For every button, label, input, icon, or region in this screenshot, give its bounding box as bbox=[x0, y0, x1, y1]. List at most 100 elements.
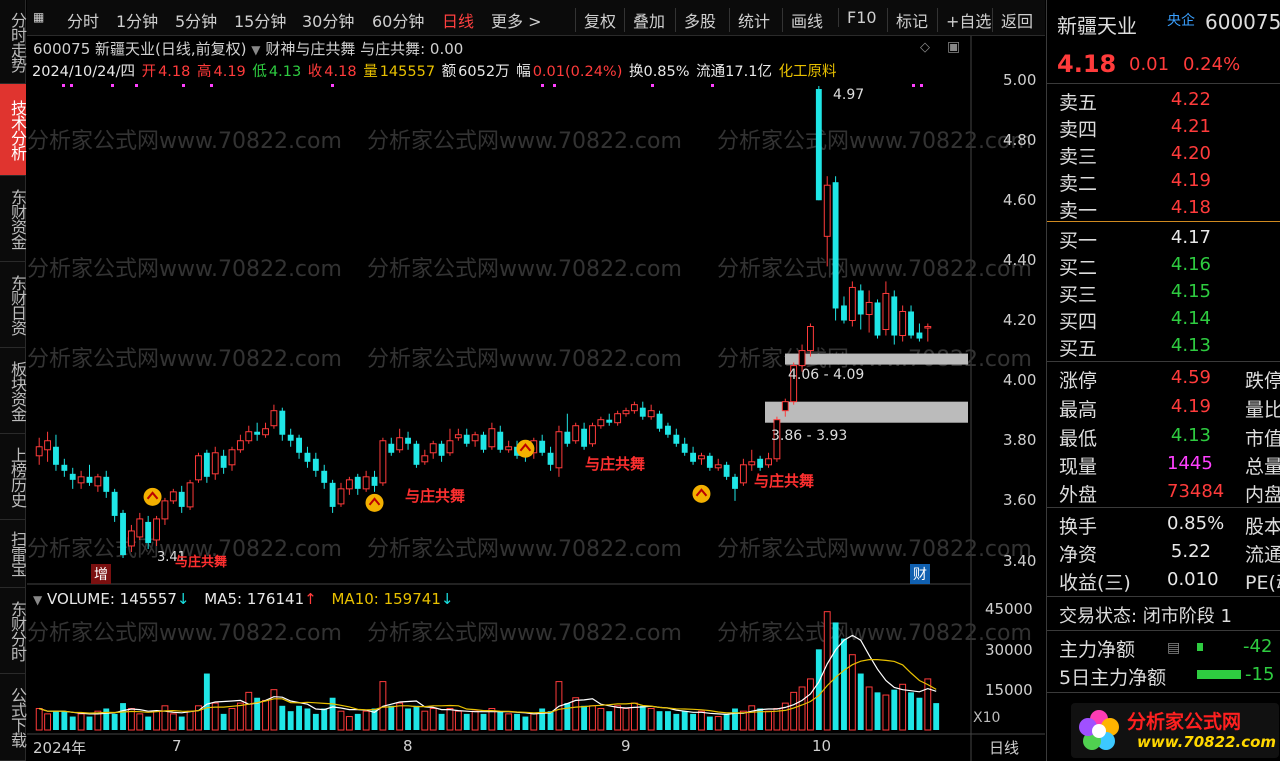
last-price: 4.18 bbox=[1057, 50, 1117, 78]
period-60min[interactable]: 60分钟 bbox=[372, 8, 424, 32]
period-daily[interactable]: 日线 bbox=[442, 8, 474, 32]
dropdown-icon[interactable]: ▼ bbox=[251, 43, 260, 57]
candle-body bbox=[908, 311, 914, 336]
x-tick: 7 bbox=[172, 737, 182, 755]
volume-bar bbox=[622, 707, 630, 731]
y-tick: 4.60 bbox=[1003, 191, 1037, 209]
main-flow5-value: -15 bbox=[1245, 664, 1275, 685]
volume-bar bbox=[405, 708, 411, 730]
x-tick: 2024年 bbox=[33, 739, 87, 757]
stat-label: 现量 bbox=[1059, 456, 1098, 478]
btn-add-watch[interactable]: +自选 bbox=[937, 8, 991, 32]
period-15min[interactable]: 15分钟 bbox=[234, 8, 286, 32]
volume-bar bbox=[438, 713, 445, 730]
period-5min[interactable]: 5分钟 bbox=[175, 8, 217, 32]
kline-chart[interactable]: 分析家公式网www.70822.com 分析家公式网www.70822.com 分析… bbox=[27, 36, 1045, 761]
lnav-billboard[interactable]: 上榜历史 bbox=[0, 434, 27, 520]
period-1min[interactable]: 1分钟 bbox=[116, 8, 158, 32]
candle-body bbox=[690, 452, 697, 462]
chart-title: 600075 新疆天业(日线,前复权) ▼ 财神与庄共舞 与庄共舞: 0.00 bbox=[33, 38, 463, 59]
bid-label: 买五 bbox=[1059, 338, 1098, 360]
ask-price: 4.20 bbox=[1170, 143, 1211, 164]
btn-overlay[interactable]: 叠加 bbox=[624, 8, 665, 32]
volume-bar bbox=[614, 705, 622, 731]
volume-bar bbox=[454, 710, 462, 731]
btn-adjust[interactable]: 复权 bbox=[575, 8, 616, 32]
grid-icon[interactable]: ▦ bbox=[33, 10, 44, 24]
candle-body bbox=[354, 476, 361, 489]
marker-zeng[interactable]: 增 bbox=[91, 564, 111, 584]
volume-bar bbox=[178, 716, 185, 730]
watermark-text: 分析家公式网www.70822.com bbox=[27, 129, 342, 154]
volume-bar bbox=[706, 716, 713, 730]
lnav-capital[interactable]: 东财资金 bbox=[0, 176, 27, 262]
event-dot bbox=[331, 84, 334, 87]
btn-mark[interactable]: 标记 bbox=[887, 8, 928, 32]
ask-label: 卖二 bbox=[1059, 173, 1098, 195]
lnav-daily-capital[interactable]: 东财日资 bbox=[0, 262, 27, 348]
lnav-technical[interactable]: 技术分析 bbox=[0, 84, 27, 176]
lnav-sector-capital[interactable]: 板块资金 bbox=[0, 348, 27, 434]
volume-bar bbox=[714, 716, 722, 731]
candle-body bbox=[405, 437, 411, 444]
diamond-icon[interactable]: ◇ bbox=[920, 40, 930, 55]
btn-stats[interactable]: 统计 bbox=[729, 8, 770, 32]
volume-bar bbox=[933, 703, 940, 730]
signal-label: 与庄共舞 bbox=[754, 472, 815, 490]
volume-bar bbox=[891, 689, 898, 730]
period-30min[interactable]: 30分钟 bbox=[302, 8, 354, 32]
btn-back[interactable]: 返回 bbox=[992, 8, 1033, 32]
collapse-icon[interactable]: ▼ bbox=[33, 593, 42, 607]
event-dot bbox=[70, 84, 73, 87]
lnav-formula[interactable]: 公式下载 bbox=[0, 674, 27, 761]
volume-bar bbox=[664, 711, 671, 730]
ma5-value: MA5: 176141 bbox=[204, 590, 305, 608]
candle-body bbox=[396, 437, 404, 451]
period-more[interactable]: 更多 > bbox=[491, 8, 542, 32]
volume-bar bbox=[539, 708, 546, 730]
btn-multi[interactable]: 多股 bbox=[675, 8, 716, 32]
candle-body bbox=[471, 434, 479, 442]
volume-bar bbox=[111, 713, 118, 730]
event-dot bbox=[541, 84, 544, 87]
amount-label: 额 bbox=[441, 64, 457, 80]
candle-body bbox=[488, 428, 496, 448]
candle-body bbox=[681, 443, 688, 453]
chart-title-text: 600075 新疆天业(日线,前复权) bbox=[33, 40, 247, 58]
volume-bar bbox=[186, 710, 194, 731]
stat-label: 外盘 bbox=[1059, 484, 1098, 506]
volume-bar bbox=[690, 713, 697, 730]
btn-draw[interactable]: 画线 bbox=[782, 8, 823, 32]
ask-price: 4.21 bbox=[1170, 116, 1211, 137]
candle-body bbox=[53, 446, 59, 465]
volume-value: 145557 bbox=[379, 64, 436, 80]
volume-bar bbox=[304, 708, 311, 730]
candle-body bbox=[279, 410, 286, 435]
period-intraday[interactable]: 分时 bbox=[67, 8, 99, 32]
lnav-minesweeper[interactable]: 扫雷宝 bbox=[0, 520, 27, 588]
candle-body bbox=[781, 401, 789, 412]
bid-label: 买一 bbox=[1059, 230, 1098, 252]
candle-body bbox=[564, 431, 571, 444]
x-tick: 10 bbox=[812, 737, 832, 755]
event-dot bbox=[651, 84, 654, 87]
lnav-intraday2[interactable]: 东财分时 bbox=[0, 588, 27, 674]
candle-body bbox=[220, 455, 227, 468]
ohlc-info: 2024/10/24/四 开 4.18 高 4.19 低 4.13 收 4.18 量 14… bbox=[32, 60, 839, 81]
down-arrow-icon: ↓ bbox=[440, 590, 454, 608]
marker-cai[interactable]: 财 bbox=[910, 564, 930, 584]
candle-body bbox=[136, 518, 144, 538]
volume-label: 量 bbox=[363, 64, 378, 80]
bid-label: 买二 bbox=[1059, 257, 1098, 279]
volume-bar bbox=[514, 713, 520, 730]
ma10-line bbox=[39, 659, 937, 714]
sector-link[interactable]: 化工原料 bbox=[779, 64, 837, 80]
candle-body bbox=[337, 488, 345, 505]
volume-bar bbox=[874, 692, 881, 730]
window-icon[interactable]: ▣ bbox=[947, 39, 960, 55]
lnav-intraday[interactable]: 分时走势 bbox=[0, 0, 27, 84]
candle-body bbox=[438, 443, 445, 456]
btn-f10[interactable]: F10 bbox=[838, 8, 877, 27]
volume-bar bbox=[865, 686, 873, 731]
list-icon[interactable]: ▤ bbox=[1167, 640, 1180, 656]
